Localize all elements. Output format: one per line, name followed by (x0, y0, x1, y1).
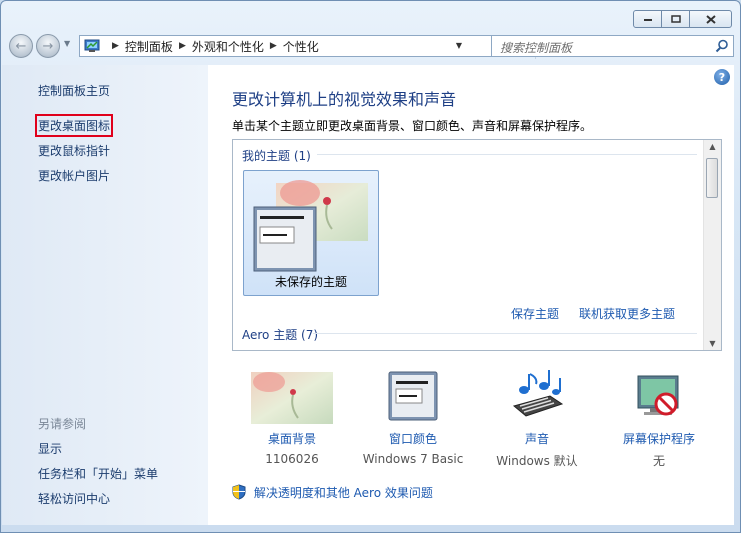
maximize-button[interactable] (661, 10, 690, 28)
sidebar-display[interactable]: 显示 (38, 440, 62, 457)
option-label[interactable]: 桌面背景 (237, 430, 347, 447)
sidebar: 控制面板主页 更改桌面图标 更改鼠标指针 更改帐户图片 另请参阅 显示 任务栏和… (2, 65, 208, 525)
theme-tile-unsaved[interactable]: 未保存的主题 (243, 170, 379, 296)
caption-buttons (633, 10, 732, 28)
address-bar[interactable]: ▶ 控制面板 ▶ 外观和个性化 ▶ 个性化 ▼ ⇆ (79, 35, 553, 59)
scroll-down-icon[interactable]: ▼ (704, 339, 721, 348)
theme-list-scrollbar[interactable]: ▲ ▼ (703, 140, 721, 350)
sidebar-taskbar-start-menu[interactable]: 任务栏和「开始」菜单 (38, 465, 158, 482)
address-dropdown-icon[interactable]: ▼ (456, 41, 462, 50)
get-more-themes-link[interactable]: 联机获取更多主题 (579, 305, 675, 322)
sidebar-control-panel-home[interactable]: 控制面板主页 (38, 82, 110, 99)
my-themes-heading: 我的主题 (1) (242, 149, 311, 163)
window: ← → ▼ ▶ 控制面板 ▶ 外观和个性化 ▶ 个性化 ▼ ⇆ 搜索控制面板 (0, 0, 741, 533)
sidebar-change-mouse-pointers[interactable]: 更改鼠标指针 (38, 142, 110, 159)
troubleshoot-aero-label[interactable]: 解决透明度和其他 Aero 效果问题 (254, 486, 433, 500)
shield-icon (232, 484, 246, 500)
option-label[interactable]: 屏幕保护程序 (604, 430, 714, 447)
page-title: 更改计算机上的视觉效果和声音 (232, 90, 457, 109)
breadcrumb-control-panel[interactable]: 控制面板 (125, 38, 173, 55)
breadcrumb-separator-icon: ▶ (112, 41, 119, 51)
back-button[interactable]: ← (9, 34, 33, 58)
breadcrumb-separator-icon[interactable]: ▶ (179, 41, 186, 51)
see-also-heading: 另请参阅 (38, 417, 87, 431)
group-divider (313, 333, 697, 334)
option-value: 1106026 (265, 452, 319, 466)
maximize-icon (670, 15, 681, 23)
control-panel-icon (84, 39, 100, 52)
scroll-thumb[interactable] (706, 158, 718, 198)
help-icon[interactable]: ? (714, 69, 730, 85)
search-box[interactable]: 搜索控制面板 (491, 35, 734, 57)
troubleshoot-aero-link[interactable]: 解决透明度和其他 Aero 效果问题 (232, 484, 433, 501)
close-icon (705, 14, 716, 24)
breadcrumb-separator-icon[interactable]: ▶ (270, 41, 277, 51)
forward-arrow-icon: → (42, 38, 54, 54)
option-value: Windows 默认 (496, 454, 578, 468)
sounds-icon (512, 370, 564, 417)
group-divider (317, 154, 697, 155)
breadcrumb-personalization[interactable]: 个性化 (283, 38, 319, 55)
navigation-bar: ← → ▼ ▶ 控制面板 ▶ 外观和个性化 ▶ 个性化 ▼ ⇆ 搜索控制面板 (9, 34, 734, 59)
theme-tile-label: 未保存的主题 (274, 275, 347, 289)
sidebar-change-account-picture[interactable]: 更改帐户图片 (38, 167, 110, 184)
option-value: 无 (652, 454, 665, 468)
minimize-button[interactable] (633, 10, 662, 28)
option-label[interactable]: 窗口颜色 (358, 430, 468, 447)
search-icon[interactable] (715, 39, 729, 53)
recent-pages-chevron-icon[interactable]: ▼ (64, 39, 70, 48)
main-content: ? 更改计算机上的视觉效果和声音 单击某个主题立即更改桌面背景、窗口颜色、声音和… (208, 65, 734, 525)
back-arrow-icon: ← (15, 38, 27, 54)
close-button[interactable] (689, 10, 732, 28)
screen-saver-icon (637, 375, 679, 416)
sidebar-ease-of-access[interactable]: 轻松访问中心 (38, 490, 110, 507)
theme-preview-image (253, 180, 368, 272)
save-theme-link[interactable]: 保存主题 (511, 305, 559, 322)
window-color-icon (388, 371, 438, 421)
scroll-up-icon[interactable]: ▲ (704, 142, 721, 151)
page-subtitle: 单击某个主题立即更改桌面背景、窗口颜色、声音和屏幕保护程序。 (232, 119, 593, 133)
desktop-background-icon (251, 372, 333, 424)
theme-list[interactable]: 我的主题 (1) 未保存的主题 保存主题 联机获取更多主题 Aero 主题 (7… (232, 139, 722, 351)
option-label[interactable]: 声音 (482, 430, 592, 447)
search-input[interactable]: 搜索控制面板 (500, 39, 572, 56)
aero-themes-heading: Aero 主题 (7) (242, 328, 319, 342)
forward-button[interactable]: → (36, 34, 60, 58)
minimize-icon (643, 19, 652, 21)
sidebar-change-desktop-icons[interactable]: 更改桌面图标 (34, 114, 114, 137)
breadcrumb-appearance[interactable]: 外观和个性化 (192, 38, 264, 55)
option-value: Windows 7 Basic (362, 452, 464, 466)
